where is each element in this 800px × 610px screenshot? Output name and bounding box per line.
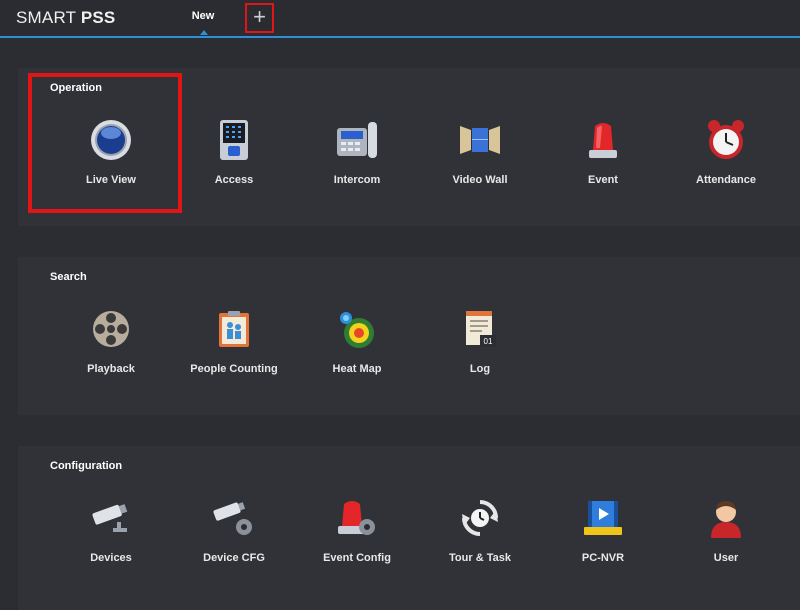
user-label: User bbox=[713, 552, 739, 564]
logo-prefix: SMART bbox=[16, 8, 81, 27]
event-config-button[interactable]: Event Config bbox=[302, 494, 412, 564]
playback-icon bbox=[87, 305, 135, 353]
intercom-label: Intercom bbox=[333, 174, 381, 186]
user-icon bbox=[702, 494, 750, 542]
video-wall-label: Video Wall bbox=[452, 174, 508, 186]
tour-task-button[interactable]: Tour & Task bbox=[425, 494, 535, 564]
heat-map-icon bbox=[333, 305, 381, 353]
event-icon bbox=[579, 116, 627, 164]
heat-map-label: Heat Map bbox=[332, 363, 382, 375]
app-logo: SMART PSS bbox=[16, 8, 115, 28]
log-icon: 01 bbox=[456, 305, 504, 353]
section-title: Search bbox=[50, 271, 87, 283]
device-cfg-label: Device CFG bbox=[203, 552, 265, 564]
intercom-button[interactable]: Intercom bbox=[302, 116, 412, 186]
pc-nvr-button[interactable]: PC-NVR bbox=[548, 494, 658, 564]
attendance-icon bbox=[702, 116, 750, 164]
pc-nvr-icon bbox=[579, 494, 627, 542]
event-button[interactable]: Event bbox=[548, 116, 658, 186]
user-button[interactable]: User bbox=[671, 494, 781, 564]
event-config-icon bbox=[333, 494, 381, 542]
log-button[interactable]: 01 Log bbox=[425, 305, 535, 375]
pc-nvr-label: PC-NVR bbox=[581, 552, 625, 564]
attendance-label: Attendance bbox=[696, 174, 756, 186]
tour-task-icon bbox=[456, 494, 504, 542]
event-label: Event bbox=[588, 174, 618, 186]
device-cfg-icon bbox=[210, 494, 258, 542]
live-view-highlight bbox=[28, 73, 182, 213]
device-cfg-button[interactable]: Device CFG bbox=[179, 494, 289, 564]
add-tab-button[interactable]: + bbox=[245, 3, 274, 33]
logo-suffix: PSS bbox=[80, 8, 116, 27]
heat-map-button[interactable]: Heat Map bbox=[302, 305, 412, 375]
search-section: Search Playback People Counting Heat Map… bbox=[18, 257, 800, 415]
attendance-button[interactable]: Attendance bbox=[671, 116, 781, 186]
video-wall-icon bbox=[456, 116, 504, 164]
access-button[interactable]: Access bbox=[179, 116, 289, 186]
tour-task-label: Tour & Task bbox=[449, 552, 511, 564]
intercom-icon bbox=[333, 116, 381, 164]
event-config-label: Event Config bbox=[323, 552, 391, 564]
svg-text:01: 01 bbox=[484, 337, 493, 346]
devices-button[interactable]: Devices bbox=[56, 494, 166, 564]
devices-label: Devices bbox=[90, 552, 132, 564]
access-icon bbox=[210, 116, 258, 164]
section-title: Configuration bbox=[50, 460, 123, 472]
people-counting-label: People Counting bbox=[190, 363, 278, 375]
playback-label: Playback bbox=[87, 363, 135, 375]
log-label: Log bbox=[469, 363, 491, 375]
access-label: Access bbox=[214, 174, 254, 186]
configuration-section: Configuration Devices Device CFG Event C… bbox=[18, 446, 800, 610]
people-counting-button[interactable]: People Counting bbox=[179, 305, 289, 375]
devices-icon bbox=[87, 494, 135, 542]
active-tab-indicator bbox=[200, 30, 208, 35]
people-counting-icon bbox=[210, 305, 258, 353]
video-wall-button[interactable]: Video Wall bbox=[425, 116, 535, 186]
top-bar: SMART PSS New + bbox=[0, 0, 800, 38]
playback-button[interactable]: Playback bbox=[56, 305, 166, 375]
